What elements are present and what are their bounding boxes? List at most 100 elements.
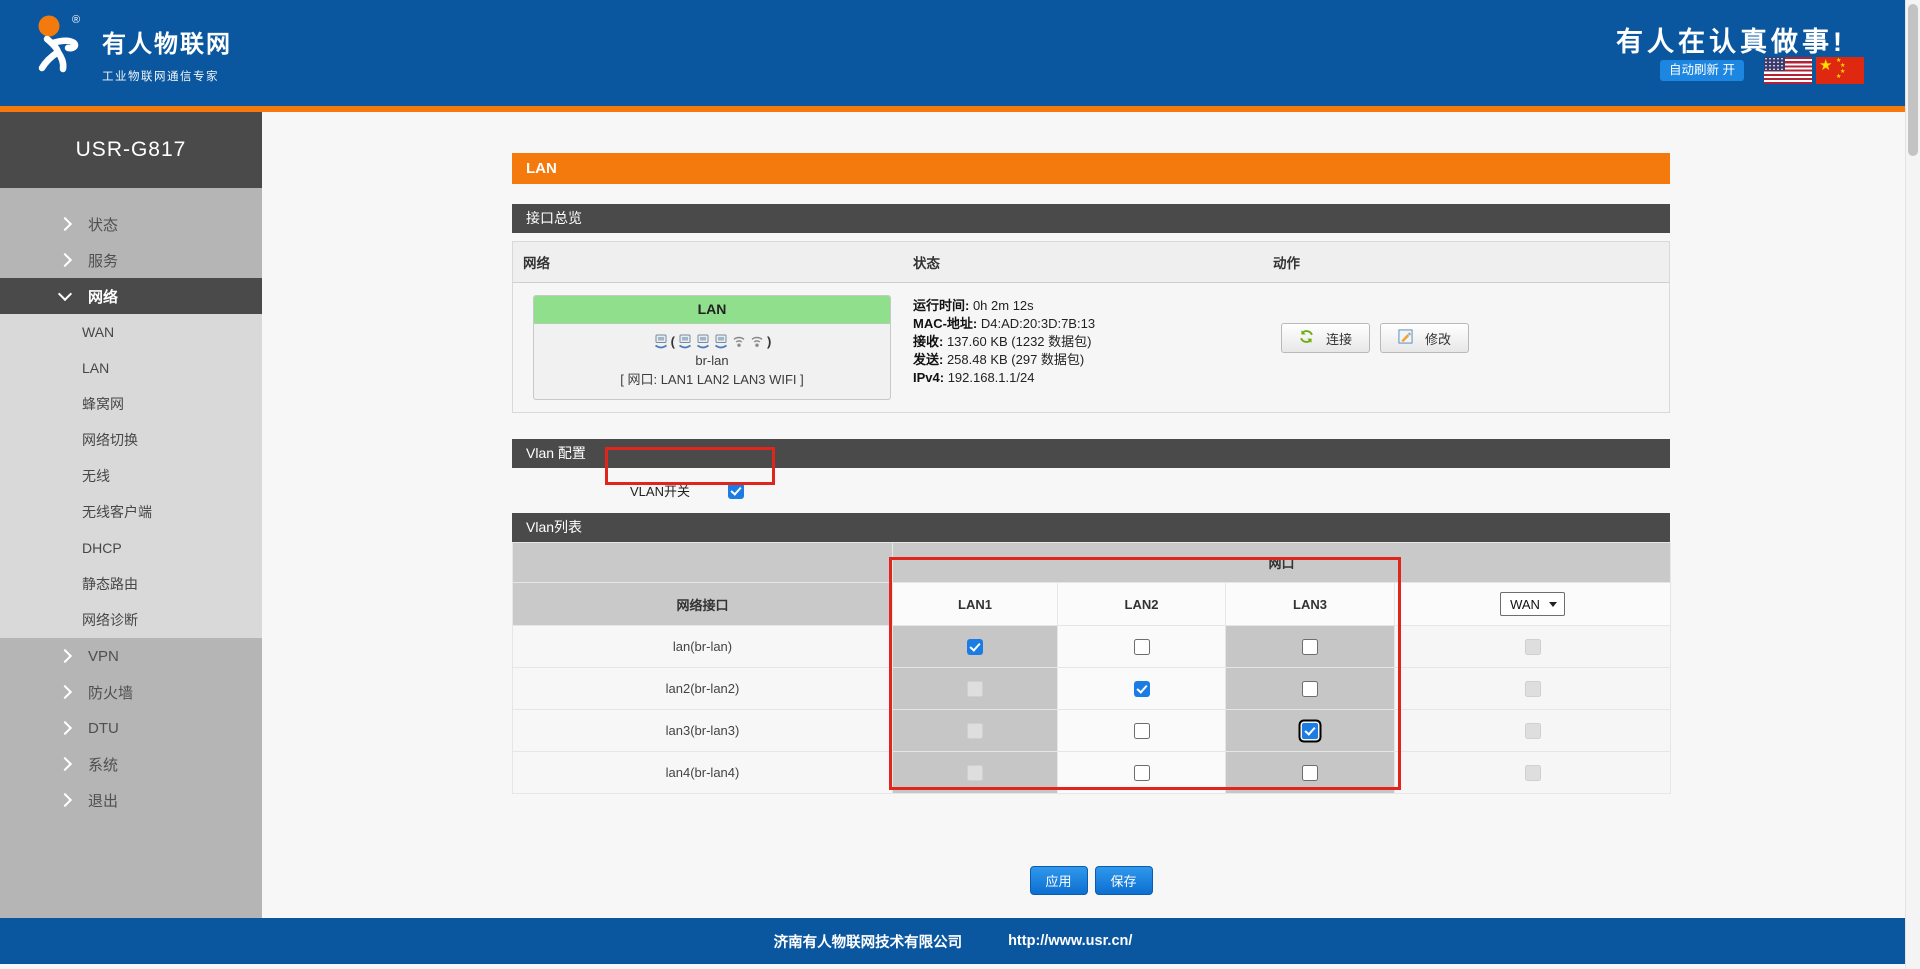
chevron-right-icon [58, 721, 72, 735]
sidebar-menu: 状态服务网络 WAN LAN蜂窝网网络切换无线无线客户端 DHCP 静态路由网络诊断 VP… [0, 188, 262, 818]
vlan-table: 网口 网络接口 LAN1 LAN2 LAN3 WAN lan(br-lan)la… [512, 542, 1671, 794]
sidebar-item-label: VPN [88, 648, 119, 665]
svg-text:®: ® [72, 14, 80, 26]
vlan-switch-checkbox[interactable] [728, 483, 744, 499]
vlan-port-checkbox-checked[interactable] [967, 639, 983, 655]
overview-col-status: 状态 [913, 252, 1273, 272]
vlan-port-checkbox-unchecked[interactable] [1134, 765, 1150, 781]
cn-flag-small-star: ★ [1836, 73, 1841, 80]
vlan-port-checkbox-disabled [1525, 723, 1541, 739]
vlan-port-checkbox-unchecked[interactable] [1302, 639, 1318, 655]
vlan-table-row: lan3(br-lan3) [513, 710, 1671, 752]
chevron-right-icon [58, 793, 72, 807]
interface-device: br-lan [538, 351, 886, 370]
connect-button-label: 连接 [1326, 329, 1352, 348]
sidebar-item-firewall[interactable]: 防火墙 [0, 674, 262, 710]
sidebar-item-static-route[interactable]: 静态路由 [0, 566, 262, 602]
lan-interface-card: LAN ( ) [533, 295, 891, 400]
paren: ) [767, 332, 771, 351]
bridge-port-icon [653, 333, 669, 349]
vlan-port-checkbox-unchecked[interactable] [1302, 681, 1318, 697]
vlan-interface-name: lan(br-lan) [513, 626, 893, 668]
cn-flag-language-switch[interactable]: ★ ★ ★ ★ ★ [1816, 57, 1864, 84]
vlan-port-checkbox-disabled [1525, 681, 1541, 697]
wan-select-dropdown[interactable]: WAN [1500, 592, 1565, 616]
chevron-right-icon [58, 649, 72, 663]
paren: ( [671, 332, 675, 351]
vlan-table-row: lan(br-lan) [513, 626, 1671, 668]
vlan-port-checkbox-checked-focus[interactable] [1302, 723, 1318, 739]
chevron-right-icon [58, 685, 72, 699]
vlan-cell [1226, 668, 1395, 710]
vlan-port-group-header: 网口 [893, 543, 1671, 583]
connect-button[interactable]: 连接 [1281, 323, 1370, 353]
sidebar-item-label: 静态路由 [82, 574, 138, 594]
vlan-port-checkbox-disabled [1525, 765, 1541, 781]
chevron-down-icon [1549, 602, 1557, 607]
sidebar-item-label: 无线 [82, 466, 110, 486]
sidebar-item-vpn[interactable]: VPN [0, 638, 262, 674]
sidebar-item-lan[interactable]: LAN [0, 350, 262, 386]
vlan-port-checkbox-checked[interactable] [1134, 681, 1150, 697]
brand-title: 有人物联网 [102, 24, 232, 59]
sidebar-item-wireless-client[interactable]: 无线客户端 [0, 494, 262, 530]
footer-company: 济南有人物联网技术有限公司 [774, 931, 963, 952]
sidebar-item-wireless[interactable]: 无线 [0, 458, 262, 494]
save-button[interactable]: 保存 [1095, 866, 1153, 895]
sidebar-item-services[interactable]: 服务 [0, 242, 262, 278]
brand-logo: ® 有人物联网 工业物联网通信专家 [22, 10, 232, 84]
sidebar-item-status[interactable]: 状态 [0, 206, 262, 242]
form-buttons: 应用 保存 [512, 866, 1670, 895]
chevron-right-icon [58, 217, 72, 231]
sidebar-item-label: 无线客户端 [82, 502, 152, 522]
sidebar-item-system[interactable]: 系统 [0, 746, 262, 782]
vlan-col-lan1: LAN1 [893, 583, 1058, 626]
footer-url-link[interactable]: http://www.usr.cn/ [1008, 933, 1132, 949]
usr-person-logo-icon: ® [22, 10, 88, 81]
overview-col-network: 网络 [513, 252, 913, 272]
status-line: 发送: 258.48 KB (297 数据包) [913, 351, 1273, 369]
sidebar-item-label: 网络诊断 [82, 610, 138, 630]
vlan-port-checkbox-unchecked[interactable] [1134, 723, 1150, 739]
refresh-icon [1299, 329, 1314, 347]
page-title: LAN [512, 153, 1670, 184]
ethernet-port-icon [677, 333, 693, 349]
us-flag-canton [1764, 57, 1785, 71]
vertical-scrollbar[interactable] [1905, 0, 1920, 969]
modify-button[interactable]: 修改 [1380, 323, 1469, 353]
chevron-down-icon [58, 287, 72, 301]
sidebar-item-label: WAN [82, 324, 114, 340]
vlan-port-checkbox-unchecked[interactable] [1302, 765, 1318, 781]
apply-button[interactable]: 应用 [1030, 866, 1088, 895]
sidebar-item-logout[interactable]: 退出 [0, 782, 262, 818]
auto-refresh-toggle[interactable]: 自动刷新 开 [1660, 60, 1744, 81]
vlan-port-checkbox-disabled [967, 765, 983, 781]
vlan-port-checkbox-unchecked[interactable] [1134, 639, 1150, 655]
chevron-right-icon [58, 757, 72, 771]
section-title-interface-overview: 接口总览 [512, 204, 1670, 233]
sidebar-item-dtu[interactable]: DTU [0, 710, 262, 746]
sidebar-item-dhcp[interactable]: DHCP [0, 530, 262, 566]
vlan-port-group-row: 网口 [513, 543, 1671, 583]
vlan-cell [893, 752, 1058, 794]
sidebar-item-label: 状态 [88, 214, 118, 235]
device-model-title: USR-G817 [0, 112, 262, 188]
interface-status-list: 运行时间: 0h 2m 12sMAC-地址: D4:AD:20:3D:7B:13… [913, 291, 1273, 387]
vlan-col-interface: 网络接口 [513, 583, 893, 626]
vlan-cell [893, 710, 1058, 752]
sidebar-item-net-diagnosis[interactable]: 网络诊断 [0, 602, 262, 638]
vlan-cell [1395, 668, 1671, 710]
scrollbar-thumb[interactable] [1908, 4, 1918, 156]
sidebar-item-label: 网络切换 [82, 430, 138, 450]
vlan-cell [893, 626, 1058, 668]
status-line: 接收: 137.60 KB (1232 数据包) [913, 333, 1273, 351]
sidebar-item-wan[interactable]: WAN [0, 314, 262, 350]
sidebar-item-network[interactable]: 网络 [0, 278, 262, 314]
vlan-interface-name: lan2(br-lan2) [513, 668, 893, 710]
wifi-icon [749, 333, 765, 349]
sidebar-item-cellular[interactable]: 蜂窝网 [0, 386, 262, 422]
sidebar-item-network-switch[interactable]: 网络切换 [0, 422, 262, 458]
us-flag-language-switch[interactable] [1764, 57, 1812, 84]
sidebar-item-label: DHCP [82, 540, 122, 556]
main-content: LAN 接口总览 网络 状态 动作 LAN ( [512, 153, 1670, 895]
